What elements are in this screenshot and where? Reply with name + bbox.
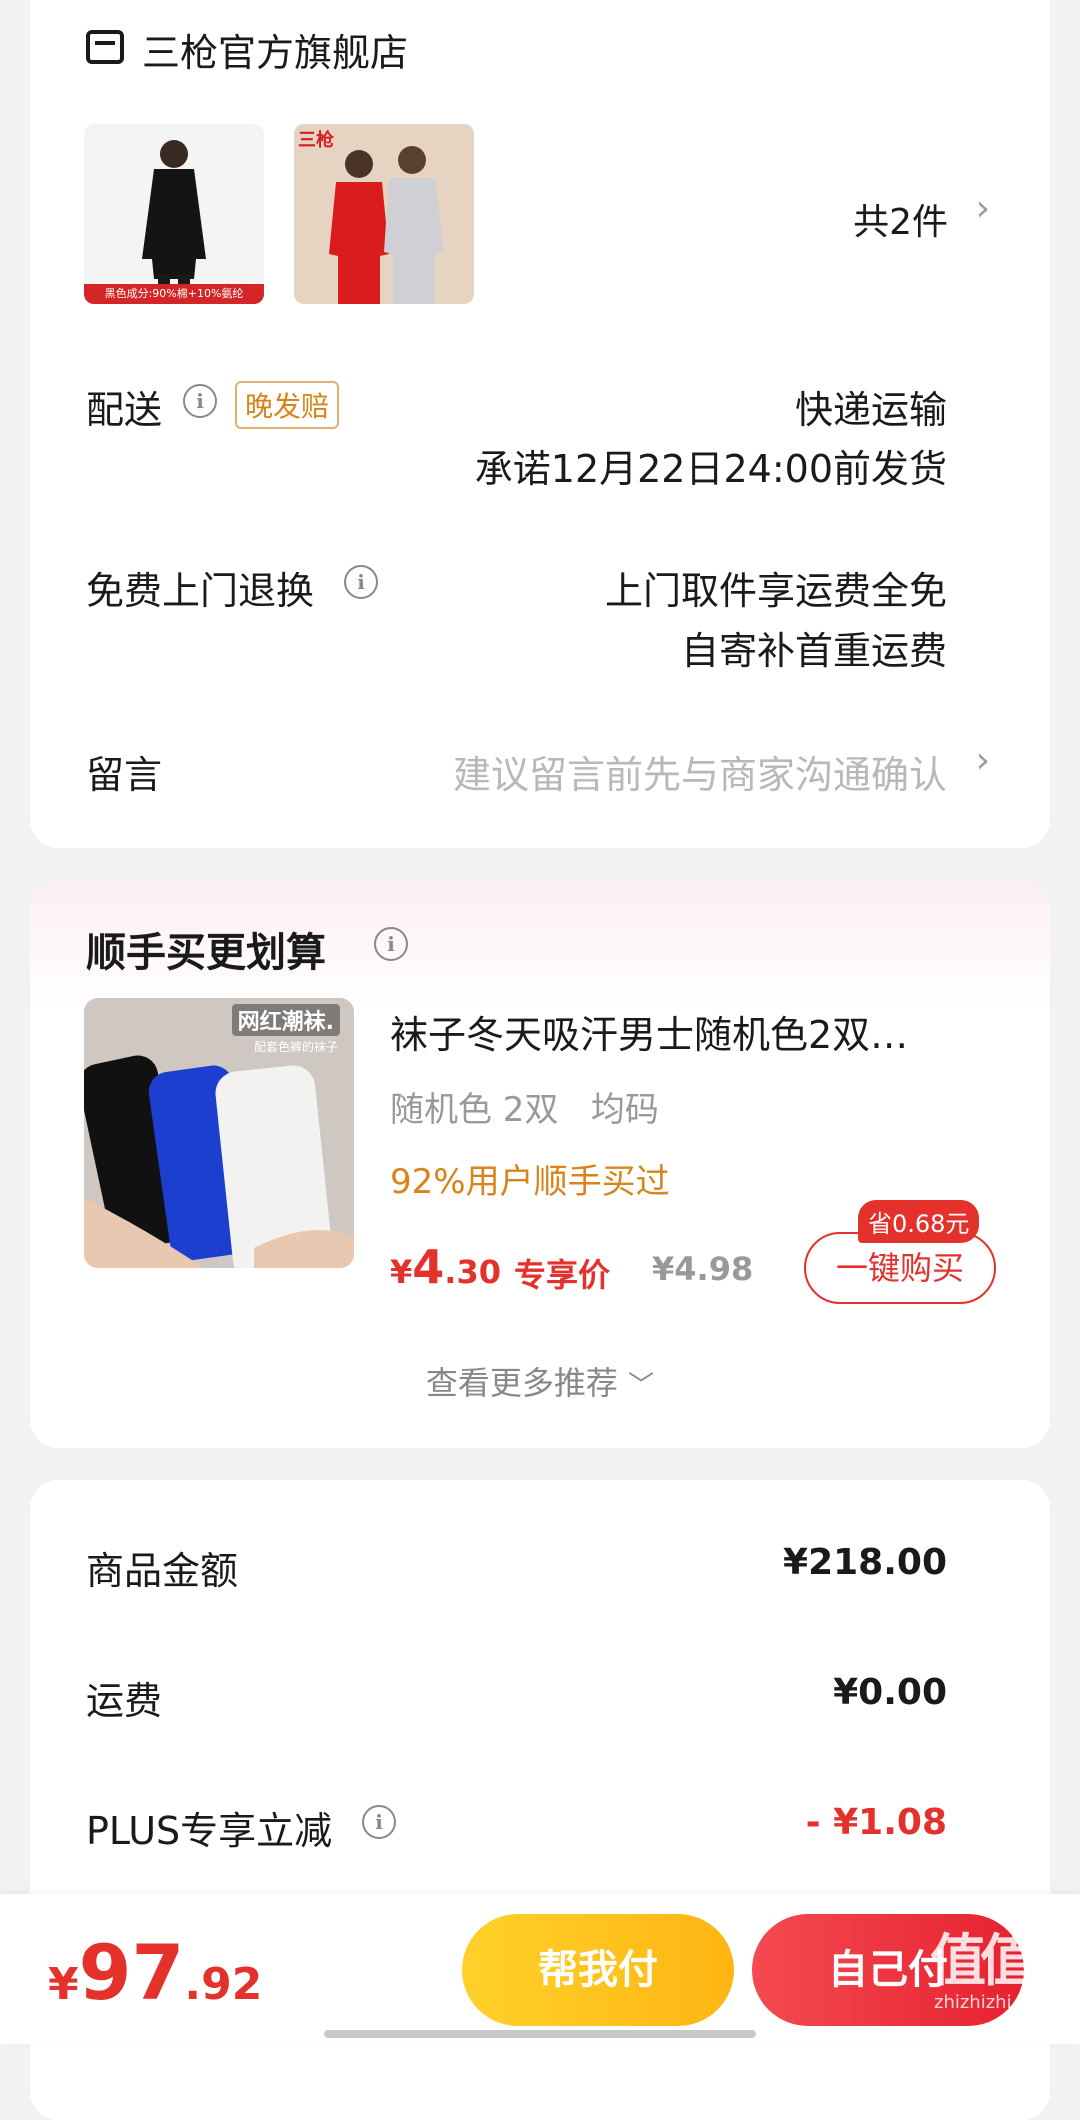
- help-me-pay-button[interactable]: 帮我付: [462, 1914, 734, 2026]
- message-input[interactable]: 建议留言前先与商家沟通确认: [453, 744, 947, 799]
- addon-social-proof: 92%用户顺手买过: [390, 1162, 670, 1202]
- store-name[interactable]: 三枪官方旗舰店: [142, 22, 408, 77]
- shipping-fee-label: 运费: [86, 1679, 163, 1723]
- chevron-right-icon: ›: [975, 188, 990, 229]
- addon-product-title[interactable]: 袜子冬天吸汗男士随机色2双…: [390, 1004, 908, 1059]
- chevron-right-icon: ›: [975, 740, 990, 781]
- socks-image-tag: 网红潮袜.: [231, 1004, 340, 1036]
- see-more-recommendations[interactable]: 查看更多推荐 ﹀: [30, 1358, 1050, 1404]
- store-icon: [86, 30, 124, 64]
- brand-tag: 三枪: [298, 130, 334, 151]
- see-more-label: 查看更多推荐: [425, 1364, 618, 1402]
- total-integer: 97: [78, 1928, 185, 2017]
- return-line-1: 上门取件享运费全免: [604, 569, 947, 613]
- exclusive-price-tag: 专享价: [514, 1256, 611, 1294]
- total-currency: ¥: [48, 1959, 79, 2010]
- savings-badge: 省0.68元: [858, 1200, 980, 1243]
- info-icon[interactable]: i: [362, 1805, 396, 1839]
- original-price: ¥4.98: [652, 1250, 754, 1288]
- message-label: 留言: [86, 753, 163, 797]
- socks-image-subtag: 配套色裤的袜子: [253, 1040, 338, 1054]
- info-icon[interactable]: i: [374, 927, 408, 961]
- addon-spec: 随机色 2双 均码: [390, 1090, 659, 1130]
- delivery-label: 配送: [86, 388, 163, 432]
- watermark-glyph: 值: [1030, 1929, 1080, 1994]
- addon-price: ¥4.30: [390, 1240, 501, 1294]
- price-currency: ¥: [390, 1253, 413, 1291]
- goods-amount-label: 商品金额: [86, 1549, 239, 1593]
- home-indicator: [324, 2030, 756, 2038]
- watermark-glyph: 值: [980, 1929, 1036, 1994]
- product-caption: 黑色成分:90%棉+10%氨纶: [84, 284, 264, 304]
- chevron-down-icon: ﹀: [628, 1371, 655, 1401]
- goods-amount-value: ¥218.00: [783, 1542, 947, 1583]
- info-icon[interactable]: i: [183, 384, 217, 418]
- addon-card: 顺手买更划算 i 网红潮袜. 配套色裤的袜子 袜子冬天吸汗男士随机色2双… 随机…: [30, 880, 1050, 1448]
- late-delivery-badge[interactable]: 晚发赔: [235, 381, 340, 429]
- addon-title: 顺手买更划算: [86, 930, 326, 976]
- shipping-fee-value: ¥0.00: [833, 1672, 947, 1713]
- delivery-method: 快递运输: [794, 388, 947, 432]
- free-return-label: 免费上门退换: [86, 569, 315, 613]
- return-line-2: 自寄补首重运费: [680, 629, 947, 673]
- product-thumbnail-1[interactable]: 黑色成分:90%棉+10%氨纶: [84, 124, 264, 304]
- price-decimal: .30: [444, 1253, 501, 1291]
- item-count[interactable]: 共2件: [853, 193, 948, 245]
- total-price: ¥97.92: [48, 1928, 262, 2017]
- product-thumbnail-2[interactable]: 三枪: [294, 124, 474, 304]
- info-icon[interactable]: i: [344, 565, 378, 599]
- delivery-promise: 承诺12月22日24:00前发货: [474, 447, 947, 491]
- watermark-logo: 值值值: [930, 1916, 1080, 1997]
- total-decimal: .92: [184, 1959, 263, 2010]
- watermark-url: zhizhizhi.com: [934, 1992, 1056, 2013]
- bottom-action-bar: ¥97.92 帮我付 自己付 值值值 zhizhizhi.com: [0, 1894, 1080, 2044]
- black-thermal-wear-image: [142, 140, 206, 292]
- order-card: 三枪官方旗舰店 黑色成分:90%棉+10%氨纶 三枪 共2件 › 配送 i 晚发…: [30, 0, 1050, 848]
- socks-product-image[interactable]: 网红潮袜. 配套色裤的袜子: [84, 998, 354, 1268]
- watermark-glyph: 值: [930, 1929, 986, 1994]
- plus-discount-label: PLUS专享立减: [86, 1809, 333, 1853]
- price-integer: 4: [412, 1240, 445, 1294]
- plus-discount-value: - ¥1.08: [805, 1802, 947, 1843]
